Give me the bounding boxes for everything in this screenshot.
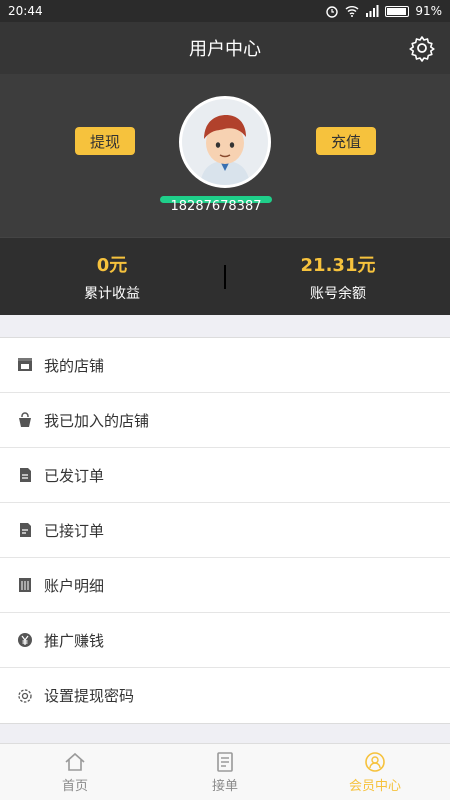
menu-item-received-orders[interactable]: 已接订单 xyxy=(0,503,450,558)
tab-home[interactable]: 首页 xyxy=(0,744,150,800)
status-bar: 20:44 91% xyxy=(0,0,450,22)
received-order-icon xyxy=(16,521,34,539)
avatar-illustration xyxy=(182,99,268,185)
order-icon xyxy=(217,751,233,772)
member-icon xyxy=(365,751,385,772)
phone-number-text: 18287678387 xyxy=(170,199,262,212)
gear-icon xyxy=(16,687,34,705)
account-balance-label: 账号余额 xyxy=(310,285,366,302)
tab-member-center[interactable]: 会员中心 xyxy=(300,744,450,800)
menu-item-label: 设置提现密码 xyxy=(44,687,135,705)
top-bar: 用户中心 xyxy=(0,22,450,74)
tab-member-center-label: 会员中心 xyxy=(348,778,401,794)
menu-item-joined-stores[interactable]: 我已加入的店铺 xyxy=(0,393,450,448)
total-earnings: 0元 累计收益 xyxy=(0,251,224,303)
bag-icon xyxy=(16,411,34,429)
menu-item-set-withdraw-password[interactable]: 设置提现密码 xyxy=(0,668,450,723)
account-balance-value: 21.31元 xyxy=(300,254,376,276)
tab-orders-label: 接单 xyxy=(211,778,238,794)
total-earnings-value: 0元 xyxy=(96,254,128,276)
recharge-button[interactable]: 充值 xyxy=(316,127,376,155)
account-balance: 21.31元 账号余额 xyxy=(226,251,450,303)
settings-gear-icon[interactable] xyxy=(408,34,436,62)
avatar[interactable] xyxy=(179,96,271,188)
alarm-icon xyxy=(326,6,339,18)
ledger-icon xyxy=(16,576,34,594)
menu-item-label: 我已加入的店铺 xyxy=(44,411,150,430)
profile-hero: 提现 充值 18287678387 xyxy=(0,74,450,237)
menu-item-account-details[interactable]: 账户明细 xyxy=(0,558,450,613)
sent-order-icon xyxy=(16,466,34,484)
withdraw-button[interactable]: 提现 xyxy=(75,127,135,155)
menu-item-promote[interactable]: 推广赚钱 xyxy=(0,613,450,668)
yen-icon xyxy=(16,631,34,649)
menu-item-label: 我的店铺 xyxy=(44,356,105,375)
menu-item-label: 已接订单 xyxy=(44,521,105,540)
signal-icon xyxy=(366,5,379,17)
tab-orders[interactable]: 接单 xyxy=(150,744,300,800)
menu-item-label: 推广赚钱 xyxy=(44,631,105,650)
earnings-stats: 0元 累计收益 21.31元 账号余额 xyxy=(0,237,450,315)
menu-item-my-store[interactable]: 我的店铺 xyxy=(0,338,450,393)
phone-number: 18287678387 xyxy=(160,196,272,212)
status-icons: 91% xyxy=(325,4,442,18)
menu-item-label: 账户明细 xyxy=(44,576,105,595)
status-time: 20:44 xyxy=(8,4,43,18)
battery-icon xyxy=(385,5,410,17)
wifi-icon xyxy=(345,6,359,17)
battery-level: 91% xyxy=(415,4,442,18)
menu-item-label: 已发订单 xyxy=(44,466,105,485)
home-icon xyxy=(65,752,85,771)
tab-home-label: 首页 xyxy=(61,778,88,794)
total-earnings-label: 累计收益 xyxy=(84,285,140,302)
menu-item-sent-orders[interactable]: 已发订单 xyxy=(0,448,450,503)
page-title: 用户中心 xyxy=(189,39,261,60)
store-icon xyxy=(16,356,34,374)
menu-list: 我的店铺 我已加入的店铺 已发订单 已接订单 账户明细 推广赚钱 设置提现密码 xyxy=(0,337,450,724)
bottom-navigation: 首页 接单 会员中心 xyxy=(0,743,450,800)
